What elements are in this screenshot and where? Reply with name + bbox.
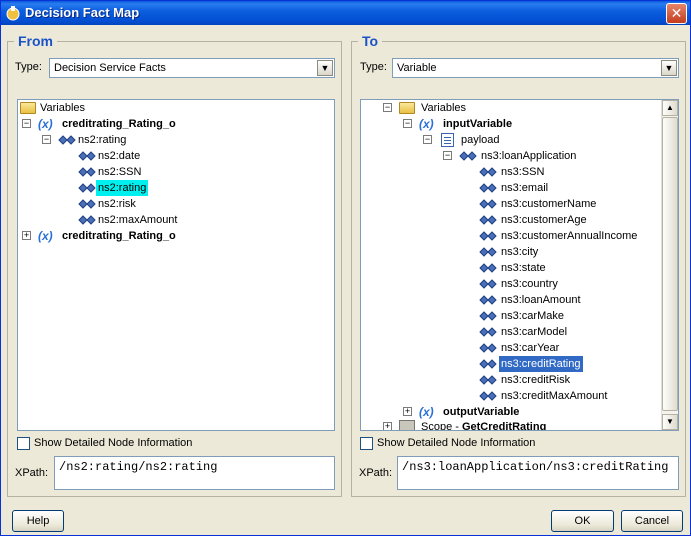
- element-node-icon: [459, 151, 477, 161]
- to-show-detail-checkbox[interactable]: [360, 437, 373, 450]
- element-node-icon: [78, 167, 96, 177]
- element-node-icon: [58, 135, 76, 145]
- from-type-select[interactable]: Decision Service Facts ▼: [49, 58, 335, 78]
- to-type-label: Type:: [360, 61, 387, 73]
- from-xpath-label: XPath:: [15, 467, 49, 479]
- expand-icon[interactable]: +: [383, 422, 392, 430]
- scope-icon: [399, 420, 415, 430]
- element-node-icon: [479, 375, 497, 385]
- window-title: Decision Fact Map: [25, 5, 140, 20]
- scroll-thumb[interactable]: [662, 117, 678, 411]
- from-show-detail-label: Show Detailed Node Information: [34, 437, 193, 449]
- dropdown-arrow-icon[interactable]: ▼: [661, 60, 677, 76]
- folder-icon: [20, 102, 36, 114]
- element-node-icon: [479, 311, 497, 321]
- element-node-icon: [479, 343, 497, 353]
- variable-icon: (x): [419, 405, 434, 419]
- expand-icon[interactable]: +: [403, 407, 412, 416]
- from-show-detail-checkbox[interactable]: [17, 437, 30, 450]
- ok-button[interactable]: OK: [551, 510, 614, 532]
- variable-icon: (x): [38, 229, 53, 243]
- element-node-icon: [479, 327, 497, 337]
- to-tree-scrollbar[interactable]: ▲ ▼: [661, 100, 678, 430]
- element-node-icon: [479, 167, 497, 177]
- element-node-icon: [479, 391, 497, 401]
- cancel-button[interactable]: Cancel: [621, 510, 683, 532]
- element-node-icon: [78, 151, 96, 161]
- app-icon: [6, 6, 20, 21]
- title-bar[interactable]: Decision Fact Map ✕: [1, 1, 690, 25]
- expand-icon[interactable]: +: [22, 231, 31, 240]
- collapse-icon[interactable]: −: [403, 119, 412, 128]
- to-xpath-field[interactable]: /ns3:loanApplication/ns3:creditRating: [397, 456, 679, 490]
- element-node-icon: [78, 183, 96, 193]
- element-node-icon: [479, 359, 497, 369]
- dropdown-arrow-icon[interactable]: ▼: [317, 60, 333, 76]
- document-icon: [441, 133, 454, 147]
- scroll-up-icon[interactable]: ▲: [662, 100, 678, 116]
- folder-icon: [399, 102, 415, 114]
- decision-fact-map-dialog: Decision Fact Map ✕ From Type: Decision …: [0, 0, 691, 536]
- element-node-icon: [479, 263, 497, 273]
- collapse-icon[interactable]: −: [443, 151, 452, 160]
- from-type-value: Decision Service Facts: [54, 62, 166, 74]
- element-node-icon: [479, 231, 497, 241]
- from-tree[interactable]: Variables − (x) creditrating_Rating_o − …: [17, 99, 335, 431]
- element-node-icon: [78, 199, 96, 209]
- element-node-icon: [479, 183, 497, 193]
- to-tree[interactable]: − Variables − (x) inputVariable − payloa…: [360, 99, 679, 431]
- scroll-down-icon[interactable]: ▼: [662, 414, 678, 430]
- element-node-icon: [479, 199, 497, 209]
- element-node-icon: [479, 295, 497, 305]
- to-xpath-label: XPath:: [359, 467, 393, 479]
- from-type-label: Type:: [15, 61, 42, 73]
- collapse-icon[interactable]: −: [423, 135, 432, 144]
- element-node-icon: [479, 279, 497, 289]
- help-button[interactable]: Help: [12, 510, 64, 532]
- to-legend: To: [358, 33, 383, 49]
- from-legend: From: [14, 33, 57, 49]
- collapse-icon[interactable]: −: [22, 119, 31, 128]
- element-node-icon: [479, 247, 497, 257]
- element-node-icon: [78, 215, 96, 225]
- element-node-icon: [479, 215, 497, 225]
- variable-icon: (x): [38, 117, 53, 131]
- collapse-icon[interactable]: −: [42, 135, 51, 144]
- to-type-value: Variable: [397, 62, 437, 74]
- to-type-select[interactable]: Variable ▼: [392, 58, 679, 78]
- close-button[interactable]: ✕: [666, 3, 687, 24]
- variable-icon: (x): [419, 117, 434, 131]
- to-show-detail-label: Show Detailed Node Information: [377, 437, 536, 449]
- from-xpath-field[interactable]: /ns2:rating/ns2:rating: [54, 456, 335, 490]
- collapse-icon[interactable]: −: [383, 103, 392, 112]
